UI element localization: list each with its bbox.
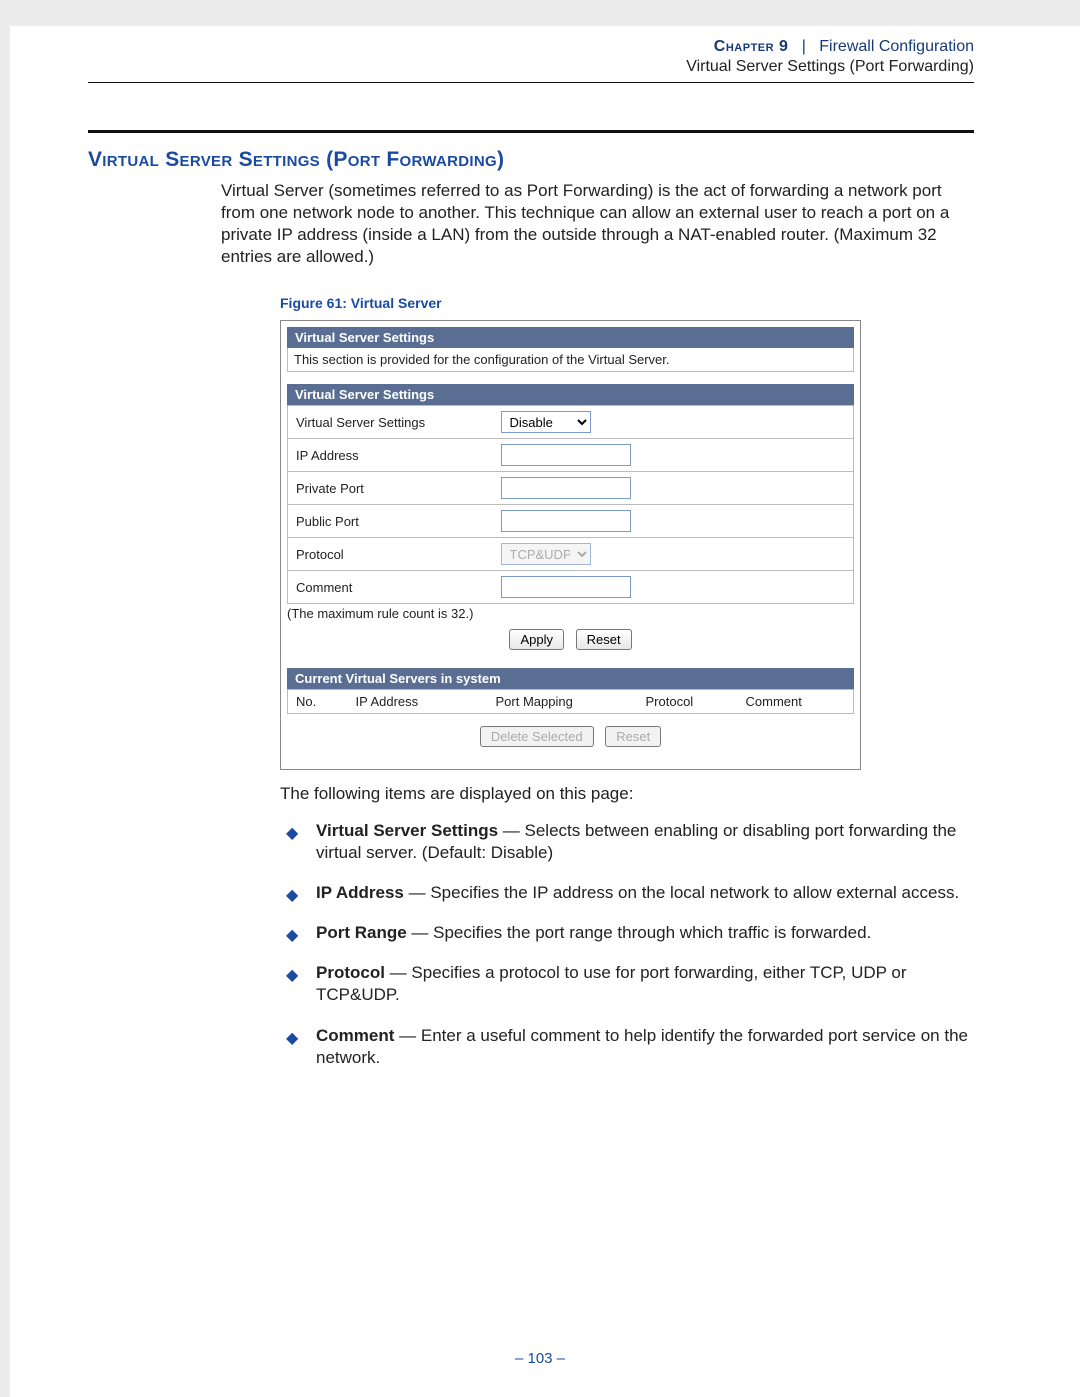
- reset-button[interactable]: Reset: [576, 629, 632, 650]
- top-bar: [0, 0, 1080, 26]
- figure-screenshot: Virtual Server Settings This section is …: [280, 320, 861, 770]
- diamond-icon: ◆: [286, 966, 298, 987]
- bullet-term: IP Address: [316, 883, 404, 902]
- bullet-item: ◆ Protocol — Specifies a protocol to use…: [280, 962, 974, 1006]
- label-private-port: Private Port: [288, 472, 493, 505]
- page: Chapter 9 | Firewall Configuration Virtu…: [0, 0, 1080, 1397]
- bullet-item: ◆ IP Address — Specifies the IP address …: [280, 882, 974, 904]
- input-public-port[interactable]: [501, 510, 631, 532]
- panel-header-2: Virtual Server Settings: [287, 384, 854, 405]
- label-protocol: Protocol: [288, 538, 493, 571]
- form-button-row: Apply Reset: [281, 629, 860, 650]
- bullet-term: Port Range: [316, 923, 407, 942]
- header-subtitle: Virtual Server Settings (Port Forwarding…: [88, 58, 974, 76]
- bullet-desc: — Specifies the port range through which…: [407, 923, 872, 942]
- chapter-label: Chapter 9: [714, 38, 789, 55]
- following-items-text: The following items are displayed on thi…: [280, 784, 974, 804]
- section-intro: Virtual Server (sometimes referred to as…: [221, 180, 974, 268]
- col-comment: Comment: [738, 690, 854, 714]
- table-header-row: No. IP Address Port Mapping Protocol Com…: [288, 690, 854, 714]
- apply-button[interactable]: Apply: [509, 629, 564, 650]
- select-vss[interactable]: Disable: [501, 411, 591, 433]
- settings-form-table: Virtual Server Settings Disable IP Addre…: [287, 405, 854, 604]
- select-protocol[interactable]: TCP&UDP: [501, 543, 591, 565]
- list-button-row: Delete Selected Reset: [281, 726, 860, 747]
- delete-selected-button[interactable]: Delete Selected: [480, 726, 594, 747]
- bullet-item: ◆ Virtual Server Settings — Selects betw…: [280, 820, 974, 864]
- row-ip: IP Address: [288, 439, 854, 472]
- row-private-port: Private Port: [288, 472, 854, 505]
- row-comment: Comment: [288, 571, 854, 604]
- row-protocol: Protocol TCP&UDP: [288, 538, 854, 571]
- row-vss: Virtual Server Settings Disable: [288, 406, 854, 439]
- left-stripe: [0, 26, 10, 1397]
- panel-header-3: Current Virtual Servers in system: [287, 668, 854, 689]
- label-public-port: Public Port: [288, 505, 493, 538]
- current-servers-table: No. IP Address Port Mapping Protocol Com…: [287, 689, 854, 714]
- bullet-list: ◆ Virtual Server Settings — Selects betw…: [280, 820, 974, 1087]
- panel-header-1: Virtual Server Settings: [287, 327, 854, 348]
- bullet-item: ◆ Port Range — Specifies the port range …: [280, 922, 974, 944]
- label-comment: Comment: [288, 571, 493, 604]
- bullet-term: Virtual Server Settings: [316, 821, 498, 840]
- page-header: Chapter 9 | Firewall Configuration Virtu…: [88, 38, 974, 83]
- header-separator-icon: |: [802, 38, 806, 55]
- max-rule-note: (The maximum rule count is 32.): [287, 606, 854, 621]
- panel-description: This section is provided for the configu…: [287, 348, 854, 372]
- header-rule: [88, 82, 974, 83]
- bullet-desc: — Specifies the IP address on the local …: [404, 883, 959, 902]
- input-ip[interactable]: [501, 444, 631, 466]
- col-protocol: Protocol: [638, 690, 738, 714]
- row-public-port: Public Port: [288, 505, 854, 538]
- col-ip: IP Address: [348, 690, 488, 714]
- bullet-item: ◆ Comment — Enter a useful comment to he…: [280, 1025, 974, 1069]
- input-private-port[interactable]: [501, 477, 631, 499]
- label-vss: Virtual Server Settings: [288, 406, 493, 439]
- section-rule: [88, 130, 974, 133]
- reset-list-button[interactable]: Reset: [605, 726, 661, 747]
- figure-caption: Figure 61: Virtual Server: [280, 295, 442, 311]
- diamond-icon: ◆: [286, 1029, 298, 1050]
- page-number: – 103 –: [0, 1350, 1080, 1367]
- label-ip: IP Address: [288, 439, 493, 472]
- diamond-icon: ◆: [286, 926, 298, 947]
- header-line-1: Chapter 9 | Firewall Configuration: [88, 38, 974, 56]
- chapter-title: Firewall Configuration: [819, 38, 974, 55]
- col-no: No.: [288, 690, 348, 714]
- bullet-term: Protocol: [316, 963, 385, 982]
- col-portmap: Port Mapping: [488, 690, 638, 714]
- diamond-icon: ◆: [286, 886, 298, 907]
- bullet-desc: — Specifies a protocol to use for port f…: [316, 963, 907, 1004]
- diamond-icon: ◆: [286, 824, 298, 845]
- section-title: Virtual Server Settings (Port Forwarding…: [88, 148, 504, 172]
- input-comment[interactable]: [501, 576, 631, 598]
- bullet-desc: — Enter a useful comment to help identif…: [316, 1026, 968, 1067]
- bullet-term: Comment: [316, 1026, 394, 1045]
